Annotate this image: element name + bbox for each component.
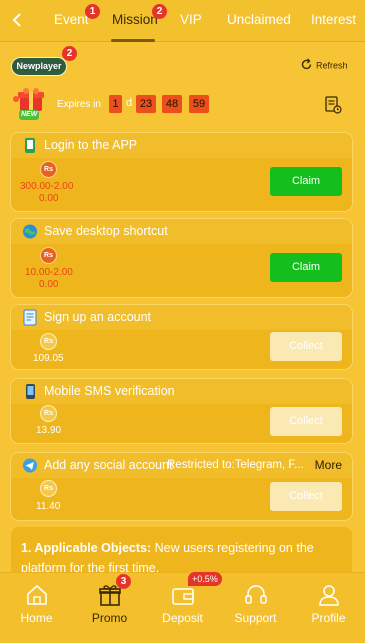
nav-label: Home xyxy=(20,611,53,625)
reward-amount: 13.90 xyxy=(36,425,62,436)
home-icon xyxy=(24,582,50,608)
reward-amount: 11.40 xyxy=(36,501,61,512)
timer-seconds: 59 xyxy=(189,95,209,113)
headset-icon xyxy=(243,582,269,608)
mission-title: Sign up an account xyxy=(44,310,152,324)
mission-title: Login to the APP xyxy=(44,138,138,152)
refresh-label: Refresh xyxy=(316,60,348,71)
globe-icon xyxy=(22,223,38,240)
nav-home[interactable]: Home xyxy=(0,573,73,643)
expires-label: Expires in xyxy=(57,99,101,110)
mission-card-shortcut: Save desktop shortcut Rs 10.00-2.00 0.00… xyxy=(11,219,352,297)
nav-label: Deposit xyxy=(162,611,203,625)
mission-title: Mobile SMS verification xyxy=(44,384,175,398)
claim-button[interactable]: Claim xyxy=(270,253,342,282)
timer-days: 1 xyxy=(109,95,122,113)
active-tab-indicator xyxy=(111,39,155,42)
user-icon xyxy=(316,582,342,608)
newplayer-badge: 2 xyxy=(62,46,77,61)
top-tab-bar: Event 1 Mission 2 VIP Unclaimed Interest xyxy=(0,0,365,42)
timer-minutes: 48 xyxy=(162,95,182,113)
rules-section: 1. Applicable Objects: New users registe… xyxy=(11,527,352,577)
nav-label: Support xyxy=(234,611,277,625)
bottom-nav: Home Promo 3 Deposit Support Profile xyxy=(0,572,365,643)
collect-button[interactable]: Collect xyxy=(270,407,342,436)
new-tag: NEW xyxy=(19,110,40,120)
mission-title: Save desktop shortcut xyxy=(44,224,168,238)
nav-label: Profile xyxy=(311,611,346,625)
mobile-phone-icon xyxy=(22,383,38,400)
rupee-coin-icon: Rs xyxy=(40,480,57,497)
rupee-coin-icon: Rs xyxy=(40,405,57,422)
mission-card-sms: Mobile SMS verification Rs 13.90 Collect xyxy=(11,379,352,443)
timer-hours: 23 xyxy=(136,95,156,113)
claim-button[interactable]: Claim xyxy=(270,167,342,196)
newplayer-pill[interactable]: Newplayer xyxy=(11,57,67,76)
tab-unclaimed[interactable]: Unclaimed xyxy=(227,12,291,27)
timer-day-unit: d xyxy=(126,97,133,109)
nav-promo[interactable]: Promo xyxy=(73,573,146,643)
deposit-bonus-tag: +0.5% xyxy=(188,572,222,586)
reward-amount: 109.05 xyxy=(33,353,64,364)
rupee-coin-icon: Rs xyxy=(40,247,57,264)
rules-heading: 1. Applicable Objects: xyxy=(21,541,152,555)
reward-amount: 300.00-2.00 xyxy=(20,181,74,192)
form-icon xyxy=(22,309,38,326)
tab-interest[interactable]: Interest xyxy=(311,12,356,27)
reward-amount: 10.00-2.00 xyxy=(25,267,73,278)
mission-card-signup: Sign up an account Rs 109.05 Collect xyxy=(11,305,352,369)
promo-badge: 3 xyxy=(116,574,131,589)
restriction-note: Restricted to:Telegram, F... xyxy=(167,459,304,471)
back-arrow-icon[interactable] xyxy=(8,10,28,30)
nav-support[interactable]: Support xyxy=(219,573,292,643)
mission-title: Add any social account xyxy=(44,458,173,472)
mission-card-social: Add any social account Restricted to:Tel… xyxy=(11,453,352,520)
social-globe-icon xyxy=(22,457,38,474)
nav-label: Promo xyxy=(91,611,128,625)
refresh-button[interactable]: Refresh xyxy=(300,58,348,74)
tab-event[interactable]: Event xyxy=(54,12,89,27)
collect-button[interactable]: Collect xyxy=(270,332,342,361)
more-link[interactable]: More xyxy=(315,458,342,472)
reward-progress: 0.00 xyxy=(39,193,59,204)
nav-profile[interactable]: Profile xyxy=(292,573,365,643)
collect-button[interactable]: Collect xyxy=(270,482,342,511)
mission-badge: 2 xyxy=(152,4,167,19)
reward-progress: 0.00 xyxy=(39,279,59,290)
phone-app-icon xyxy=(22,137,38,154)
refresh-icon xyxy=(300,58,313,74)
rupee-coin-icon: Rs xyxy=(40,333,57,350)
tab-mission[interactable]: Mission xyxy=(112,12,158,27)
rupee-coin-icon: Rs xyxy=(40,161,57,178)
mission-card-login: Login to the APP Rs 300.00-2.00 0.00 Cla… xyxy=(11,133,352,211)
tab-vip[interactable]: VIP xyxy=(180,12,202,27)
rules-document-icon[interactable] xyxy=(325,96,342,114)
event-badge: 1 xyxy=(85,4,100,19)
